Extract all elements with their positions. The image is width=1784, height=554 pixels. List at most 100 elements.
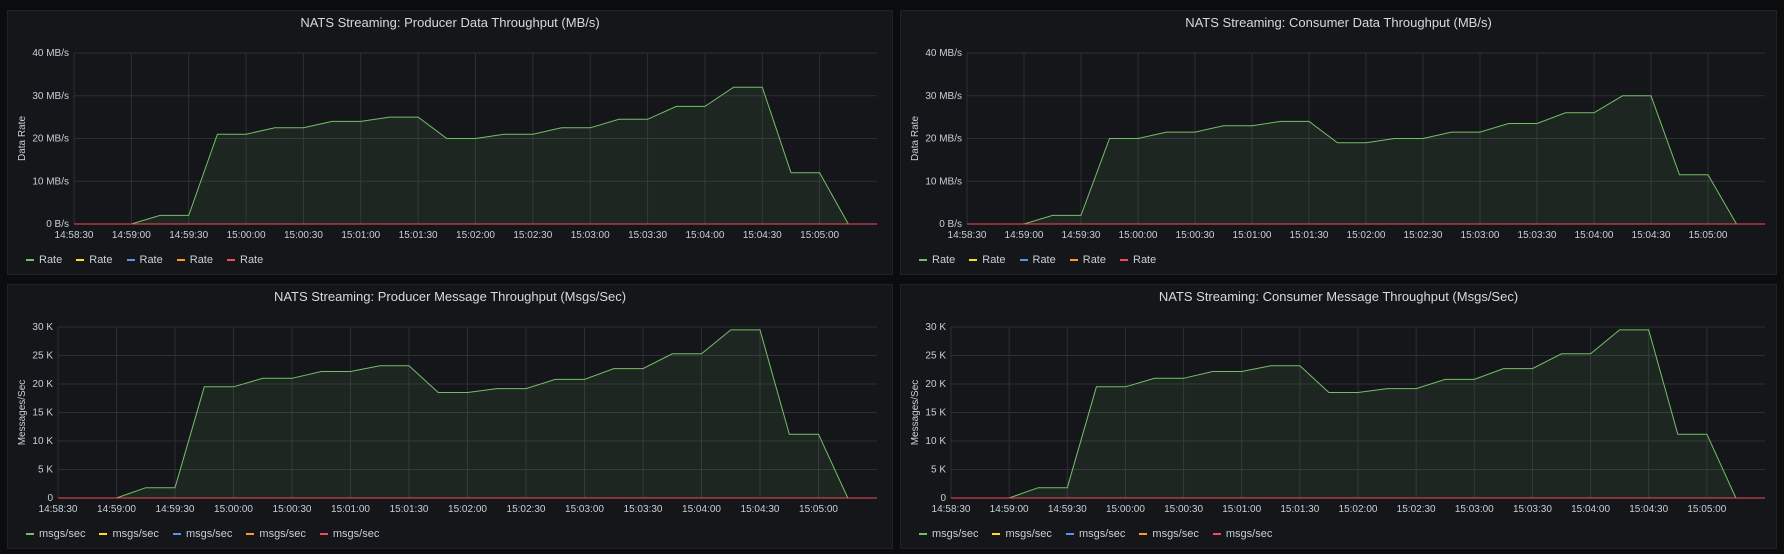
- legend-swatch: [26, 259, 34, 261]
- legend-label: msgs/sec: [1152, 528, 1199, 540]
- x-tick-label: 15:00:00: [214, 504, 253, 515]
- y-tick-label: 30 MB/s: [32, 91, 69, 102]
- legend-item-orange[interactable]: Rate: [1069, 254, 1106, 266]
- legend-item-green[interactable]: msgs/sec: [919, 528, 978, 540]
- series-area: [967, 95, 1737, 224]
- producer-message-throughput-chart[interactable]: 0 5 K 10 K 15 K 20 K 25 K 30 K 14:58:30 14:59:00…: [8, 285, 894, 550]
- producer-data-throughput-panel[interactable]: NATS Streaming: Producer Data Throughput…: [7, 10, 893, 275]
- x-tick-label: 14:58:30: [948, 230, 987, 241]
- series-area: [74, 87, 849, 224]
- legend-item-yellow[interactable]: Rate: [969, 254, 1006, 266]
- legend-swatch: [76, 259, 85, 261]
- legend-item-blue[interactable]: msgs/sec: [172, 528, 232, 540]
- legend-label: msgs/sec: [1005, 528, 1052, 540]
- y-tick-label: 10 MB/s: [32, 176, 69, 187]
- consumer-data-throughput-chart[interactable]: 0 B/s 10 MB/s 20 MB/s 30 MB/s 40 MB/s 14:58:3…: [901, 11, 1778, 276]
- y-tick-label: 20 K: [925, 379, 946, 390]
- x-tick-label: 15:03:30: [1518, 230, 1557, 241]
- y-tick-label: 30 MB/s: [925, 91, 962, 102]
- y-tick-label: 15 K: [925, 408, 946, 419]
- legend-swatch: [172, 533, 181, 535]
- legend-label: Rate: [89, 254, 113, 266]
- x-tick-label: 15:00:30: [1164, 504, 1203, 515]
- legend-swatch: [227, 259, 235, 261]
- legend-item-green[interactable]: Rate: [919, 254, 955, 266]
- legend-swatch: [26, 533, 34, 535]
- legend-item-orange[interactable]: msgs/sec: [1139, 528, 1199, 540]
- x-tick-label: 15:04:30: [1629, 504, 1668, 515]
- y-tick-label: 10 K: [32, 436, 53, 447]
- x-tick-label: 15:04:00: [682, 504, 721, 515]
- x-tick-label: 15:00:00: [227, 230, 266, 241]
- legend: msgs/sec msgs/sec msgs/sec msgs/sec msgs/sec: [919, 528, 1272, 540]
- producer-message-throughput-panel[interactable]: NATS Streaming: Producer Message Through…: [7, 284, 893, 549]
- legend-item-yellow[interactable]: Rate: [76, 254, 113, 266]
- legend-item-green[interactable]: msgs/sec: [26, 528, 85, 540]
- legend-item-red[interactable]: Rate: [1120, 254, 1156, 266]
- y-tick-label: 20 MB/s: [925, 134, 962, 145]
- x-tick-label: 14:59:30: [1062, 230, 1101, 241]
- legend-item-blue[interactable]: Rate: [1019, 254, 1056, 266]
- consumer-message-throughput-chart[interactable]: 0 5 K 10 K 15 K 20 K 25 K 30 K 14:58:30 14:59:00…: [901, 285, 1778, 550]
- x-tick-label: 15:01:30: [399, 230, 438, 241]
- legend-label: msgs/sec: [1078, 528, 1126, 540]
- x-tick-label: 15:04:30: [741, 504, 780, 515]
- y-tick-label: 30 K: [32, 322, 53, 333]
- x-tick-label: 14:58:30: [55, 230, 94, 241]
- legend-item-green[interactable]: Rate: [26, 254, 62, 266]
- y-axis-label: Messages/Sec: [17, 380, 28, 446]
- x-tick-label: 14:59:00: [112, 230, 151, 241]
- legend-swatch: [1120, 259, 1128, 261]
- x-tick-label: 14:59:30: [169, 230, 208, 241]
- y-tick-label: 10 MB/s: [925, 176, 962, 187]
- producer-data-throughput-chart[interactable]: 0 B/s 10 MB/s 20 MB/s 30 MB/s 40 MB/s 14:58:3…: [8, 11, 894, 276]
- legend-swatch: [919, 533, 927, 535]
- x-tick-label: 15:05:00: [800, 230, 839, 241]
- legend-swatch: [246, 533, 255, 535]
- x-tick-label: 15:03:30: [1513, 504, 1552, 515]
- x-tick-label: 15:03:30: [624, 504, 663, 515]
- x-tick-label: 15:02:30: [1397, 504, 1436, 515]
- legend-item-yellow[interactable]: msgs/sec: [99, 528, 159, 540]
- x-tick-label: 15:00:30: [1176, 230, 1215, 241]
- legend-item-blue[interactable]: msgs/sec: [1065, 528, 1126, 540]
- x-tick-label: 15:01:30: [1290, 230, 1329, 241]
- legend-label: Rate: [240, 254, 264, 266]
- legend-label: msgs/sec: [1225, 528, 1273, 540]
- consumer-message-throughput-panel[interactable]: NATS Streaming: Consumer Message Through…: [900, 284, 1777, 549]
- y-tick-label: 30 K: [925, 322, 946, 333]
- x-tick-label: 15:05:00: [1689, 230, 1728, 241]
- x-tick-label: 15:03:00: [1461, 230, 1500, 241]
- legend-label: msgs/sec: [39, 528, 86, 540]
- legend-item-red[interactable]: msgs/sec: [319, 528, 379, 540]
- x-tick-label: 15:05:00: [1687, 504, 1726, 515]
- y-tick-label: 20 MB/s: [32, 134, 69, 145]
- legend-item-yellow[interactable]: msgs/sec: [992, 528, 1052, 540]
- y-axis-label: Data Rate: [17, 116, 28, 161]
- x-tick-label: 14:58:30: [39, 504, 78, 515]
- legend-swatch: [319, 533, 328, 535]
- y-tick-label: 25 K: [32, 351, 53, 362]
- x-tick-label: 15:01:30: [390, 504, 429, 515]
- legend-label: Rate: [1032, 254, 1056, 266]
- legend-item-blue[interactable]: Rate: [126, 254, 163, 266]
- consumer-data-throughput-panel[interactable]: NATS Streaming: Consumer Data Throughput…: [900, 10, 1777, 275]
- legend-swatch: [919, 259, 927, 261]
- legend-item-orange[interactable]: msgs/sec: [246, 528, 306, 540]
- x-tick-label: 15:03:00: [571, 230, 610, 241]
- legend-label: msgs/sec: [932, 528, 979, 540]
- x-tick-label: 15:01:00: [1233, 230, 1272, 241]
- y-tick-label: 25 K: [925, 351, 946, 362]
- legend-item-red[interactable]: Rate: [227, 254, 263, 266]
- legend-item-red[interactable]: msgs/sec: [1212, 528, 1273, 540]
- legend-label: msgs/sec: [112, 528, 159, 540]
- y-axis-label: Data Rate: [910, 116, 921, 161]
- x-tick-label: 15:04:00: [685, 230, 724, 241]
- x-tick-label: 15:04:30: [1632, 230, 1671, 241]
- x-tick-label: 15:04:30: [743, 230, 782, 241]
- legend-item-orange[interactable]: Rate: [176, 254, 213, 266]
- x-tick-label: 15:03:00: [565, 504, 604, 515]
- x-tick-label: 15:01:00: [1222, 504, 1261, 515]
- legend-label: Rate: [189, 254, 213, 266]
- legend: Rate Rate Rate Rate Rate: [919, 254, 1156, 266]
